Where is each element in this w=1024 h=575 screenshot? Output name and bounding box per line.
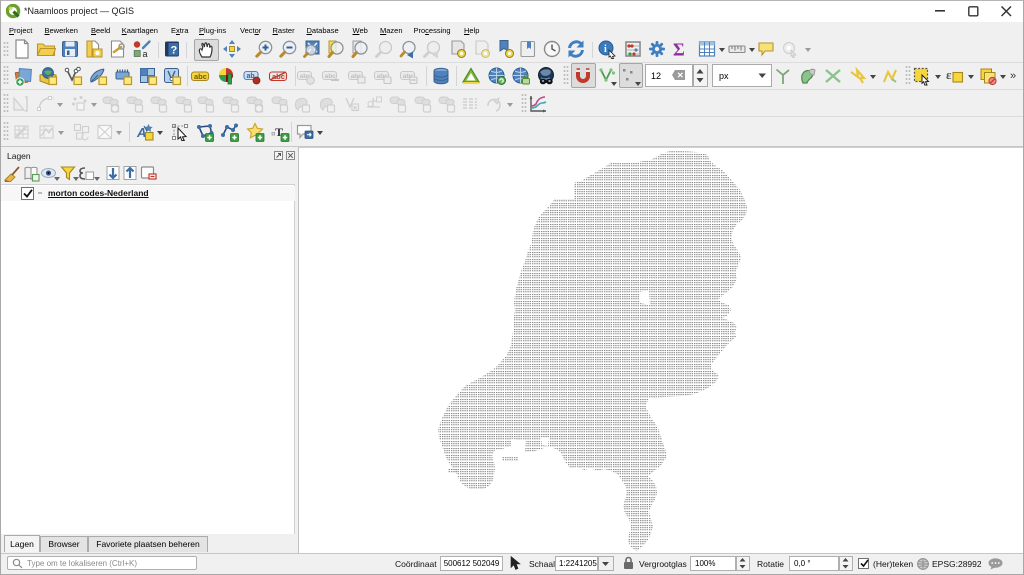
svg-text:ε: ε (946, 67, 952, 82)
svg-text:Σ: Σ (673, 40, 685, 60)
svg-text:a: a (143, 49, 148, 59)
svg-text:abc: abc (325, 73, 337, 80)
svg-text:i: i (604, 44, 607, 55)
svg-text:?: ? (171, 45, 178, 57)
svg-text:abc: abc (194, 72, 207, 81)
svg-text:n: n (51, 96, 54, 102)
